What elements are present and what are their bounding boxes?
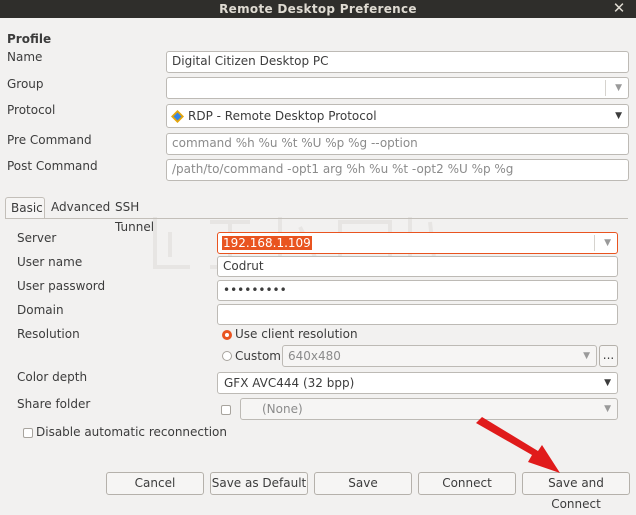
custom-resolution-label[interactable]: Custom	[235, 349, 281, 363]
protocol-label: Protocol	[7, 103, 56, 117]
post-command-label: Post Command	[7, 159, 98, 173]
user-name-label: User name	[17, 255, 83, 269]
use-client-resolution-label[interactable]: Use client resolution	[235, 327, 358, 341]
color-depth-label: Color depth	[17, 370, 88, 384]
protocol-value: RDP - Remote Desktop Protocol	[188, 109, 377, 123]
name-label: Name	[7, 50, 43, 64]
server-input[interactable]: 192.168.1.109	[222, 233, 312, 253]
custom-resolution-value: 640x480	[288, 349, 341, 363]
color-depth-value: GFX AVC444 (32 bpp)	[224, 376, 355, 390]
share-folder-label: Share folder	[17, 397, 91, 411]
tab-basic[interactable]: Basic	[5, 197, 45, 219]
server-label: Server	[17, 231, 57, 245]
post-command-field[interactable]: /path/to/command -opt1 arg %h %u %t -opt…	[166, 159, 629, 181]
name-field[interactable]: Digital Citizen Desktop PC	[166, 51, 629, 73]
server-combo[interactable]: 192.168.1.109 ▼	[217, 232, 618, 254]
tab-advanced[interactable]: Advanced	[46, 197, 110, 219]
share-folder-checkbox[interactable]	[221, 405, 231, 415]
arrow-annotation-icon	[476, 417, 560, 473]
resolution-label: Resolution	[17, 327, 80, 341]
group-combo[interactable]: ▼	[166, 77, 629, 99]
close-icon[interactable]: ✕	[610, 0, 628, 17]
share-folder-value: (None)	[262, 402, 303, 416]
server-combo-separator	[594, 235, 595, 251]
group-combo-separator	[605, 80, 606, 96]
chevron-down-icon: ▼	[615, 111, 622, 121]
protocol-select[interactable]: RDP - Remote Desktop Protocol ▼	[166, 104, 629, 128]
server-value: 192.168.1.109	[222, 236, 312, 250]
group-label: Group	[7, 77, 44, 91]
domain-field[interactable]	[217, 304, 618, 325]
chevron-down-icon: ▼	[604, 404, 611, 414]
rdp-protocol-icon	[171, 110, 184, 123]
user-password-label: User password	[17, 279, 106, 293]
tab-ssh-tunnel[interactable]: SSH Tunnel	[110, 197, 186, 234]
pre-command-label: Pre Command	[7, 133, 92, 147]
window-titlebar: Remote Desktop Preference ✕	[0, 0, 636, 18]
save-as-default-button[interactable]: Save as Default	[210, 472, 308, 495]
group-value	[167, 81, 172, 95]
custom-resolution-select[interactable]: 640x480 ▼	[282, 345, 597, 367]
custom-resolution-radio[interactable]	[222, 351, 232, 361]
pre-command-field[interactable]: command %h %u %t %U %p %g --option	[166, 133, 629, 155]
disable-reconnect-checkbox[interactable]	[23, 428, 33, 438]
cancel-button[interactable]: Cancel	[106, 472, 204, 495]
save-button[interactable]: Save	[314, 472, 412, 495]
disable-reconnect-label[interactable]: Disable automatic reconnection	[36, 425, 227, 439]
color-depth-select[interactable]: GFX AVC444 (32 bpp) ▼	[217, 372, 618, 394]
user-name-field[interactable]: Codrut	[217, 256, 618, 277]
use-client-resolution-radio[interactable]	[222, 330, 232, 340]
user-password-field[interactable]: •••••••••	[217, 280, 618, 301]
window-title: Remote Desktop Preference	[219, 2, 417, 16]
resolution-more-button[interactable]: ...	[599, 345, 618, 367]
chevron-down-icon: ▼	[604, 378, 611, 388]
chevron-down-icon: ▼	[583, 351, 590, 361]
chevron-down-icon: ▼	[615, 83, 622, 93]
profile-section-label: Profile	[7, 32, 52, 46]
chevron-down-icon: ▼	[604, 238, 611, 248]
domain-label: Domain	[17, 303, 64, 317]
